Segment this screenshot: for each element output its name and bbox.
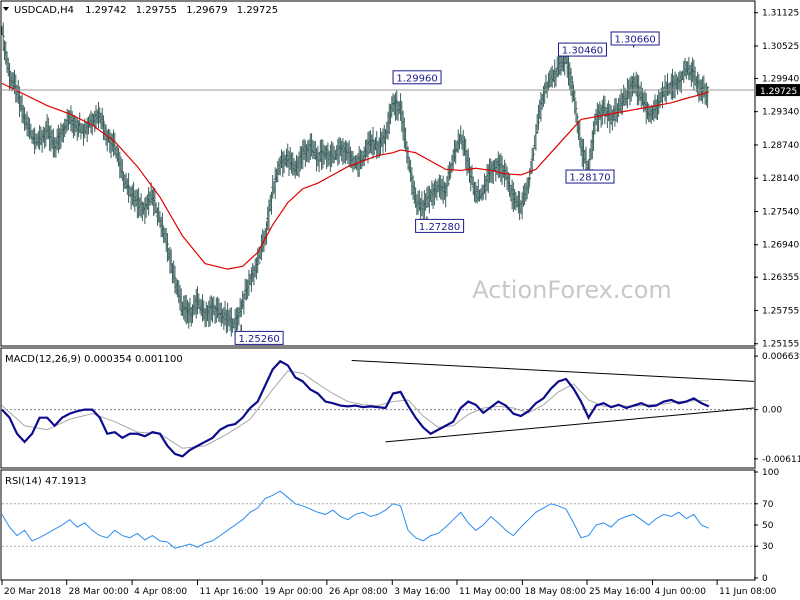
macd-y-tick-label: -0.006114 [762, 455, 800, 465]
x-tick-label: 26 Apr 08:00 [329, 587, 388, 597]
watermark: ActionForex.com [472, 276, 672, 304]
x-tick-label: 11 Apr 16:00 [200, 587, 259, 597]
low-value: 1.29679 [186, 5, 227, 16]
annotation-label: 1.27280 [419, 222, 460, 233]
annotation-label: 1.29960 [396, 73, 437, 84]
x-tick-label: 11 Jun 08:00 [719, 587, 776, 597]
price-header: USDCAD,H4 1.29742 1.29755 1.29679 1.2972… [3, 5, 278, 16]
price-annotation: 1.29960 [392, 70, 442, 85]
x-tick-label: 3 May 16:00 [394, 587, 450, 597]
price-y-tick-label: 1.27540 [762, 207, 799, 217]
price-annotation: 1.28170 [565, 169, 615, 184]
price-y-tick-label: 1.26355 [762, 273, 799, 283]
x-tick-label: 20 Mar 2018 [4, 587, 61, 597]
price-y-tick-label: 1.28740 [762, 141, 799, 151]
high-value: 1.29755 [136, 5, 177, 16]
svg-text:USDCAD,H4 1.29742: USDCAD,H4 1.29742 1.29755 1.29679 1.2972… [14, 5, 278, 16]
annotation-label: 1.30460 [562, 46, 603, 57]
rsi-y-tick-label: 0 [762, 574, 768, 584]
macd-y-tick-label: 0.006639 [762, 352, 800, 362]
x-tick-label: 19 Apr 00:00 [264, 587, 323, 597]
macd-title: MACD(12,26,9) 0.000354 0.001100 [5, 354, 183, 365]
rsi-y-tick-label: 50 [762, 521, 774, 531]
price-y-axis: 1.31125 1.30525 1.29940 1.29340 1.28740 1.281… [754, 9, 799, 350]
price-y-tick-label: 1.31125 [762, 9, 799, 19]
macd-y-axis: 0.006639 0.00 -0.006114 [754, 352, 800, 465]
x-tick-label: 25 May 16:00 [589, 587, 651, 597]
x-tick-label: 4 Jun 00:00 [654, 587, 706, 597]
x-tick-label: 18 May 08:00 [524, 587, 586, 597]
usdcad-chart: ActionForex.com 1.29725 1.25260 1.29960 1.… [0, 0, 800, 597]
price-annotation: 1.30460 [557, 42, 607, 57]
annotation-label: 1.30660 [614, 34, 655, 45]
price-y-tick-label: 1.25755 [762, 306, 799, 316]
annotation-label: 1.28170 [569, 173, 610, 184]
rsi-y-tick-label: 70 [762, 500, 774, 510]
price-y-tick-label: 1.29340 [762, 108, 799, 118]
macd-y-tick-label: 0.00 [762, 406, 782, 416]
x-tick-label: 4 Apr 08:00 [134, 587, 187, 597]
rsi-title: RSI(14) 47.1913 [5, 476, 86, 487]
rsi-y-tick-label: 100 [762, 468, 779, 478]
current-price-label: 1.29725 [760, 87, 797, 97]
x-axis: 20 Mar 2018 28 Mar 00:00 4 Apr 08:00 11 Apr… [1, 580, 777, 597]
price-y-tick-label: 1.26940 [762, 241, 799, 251]
x-tick-label: 11 May 00:00 [459, 587, 521, 597]
rsi-panel-frame [0, 469, 756, 581]
open-value: 1.29742 [85, 5, 126, 16]
price-y-tick-label: 1.25155 [762, 340, 799, 350]
price-y-tick-label: 1.28140 [762, 174, 799, 184]
rsi-y-tick-label: 30 [762, 542, 774, 552]
annotation-label: 1.25260 [238, 334, 279, 345]
symbol-label: USDCAD,H4 [14, 5, 74, 16]
x-tick-label: 28 Mar 00:00 [69, 587, 129, 597]
price-annotation: 1.30660 [610, 31, 660, 48]
rsi-y-axis: 100 70 50 30 0 [754, 468, 779, 584]
close-value: 1.29725 [237, 5, 278, 16]
price-y-tick-label: 1.29940 [762, 74, 799, 84]
price-y-tick-label: 1.30525 [762, 42, 799, 52]
price-annotation: 1.27280 [415, 216, 465, 233]
